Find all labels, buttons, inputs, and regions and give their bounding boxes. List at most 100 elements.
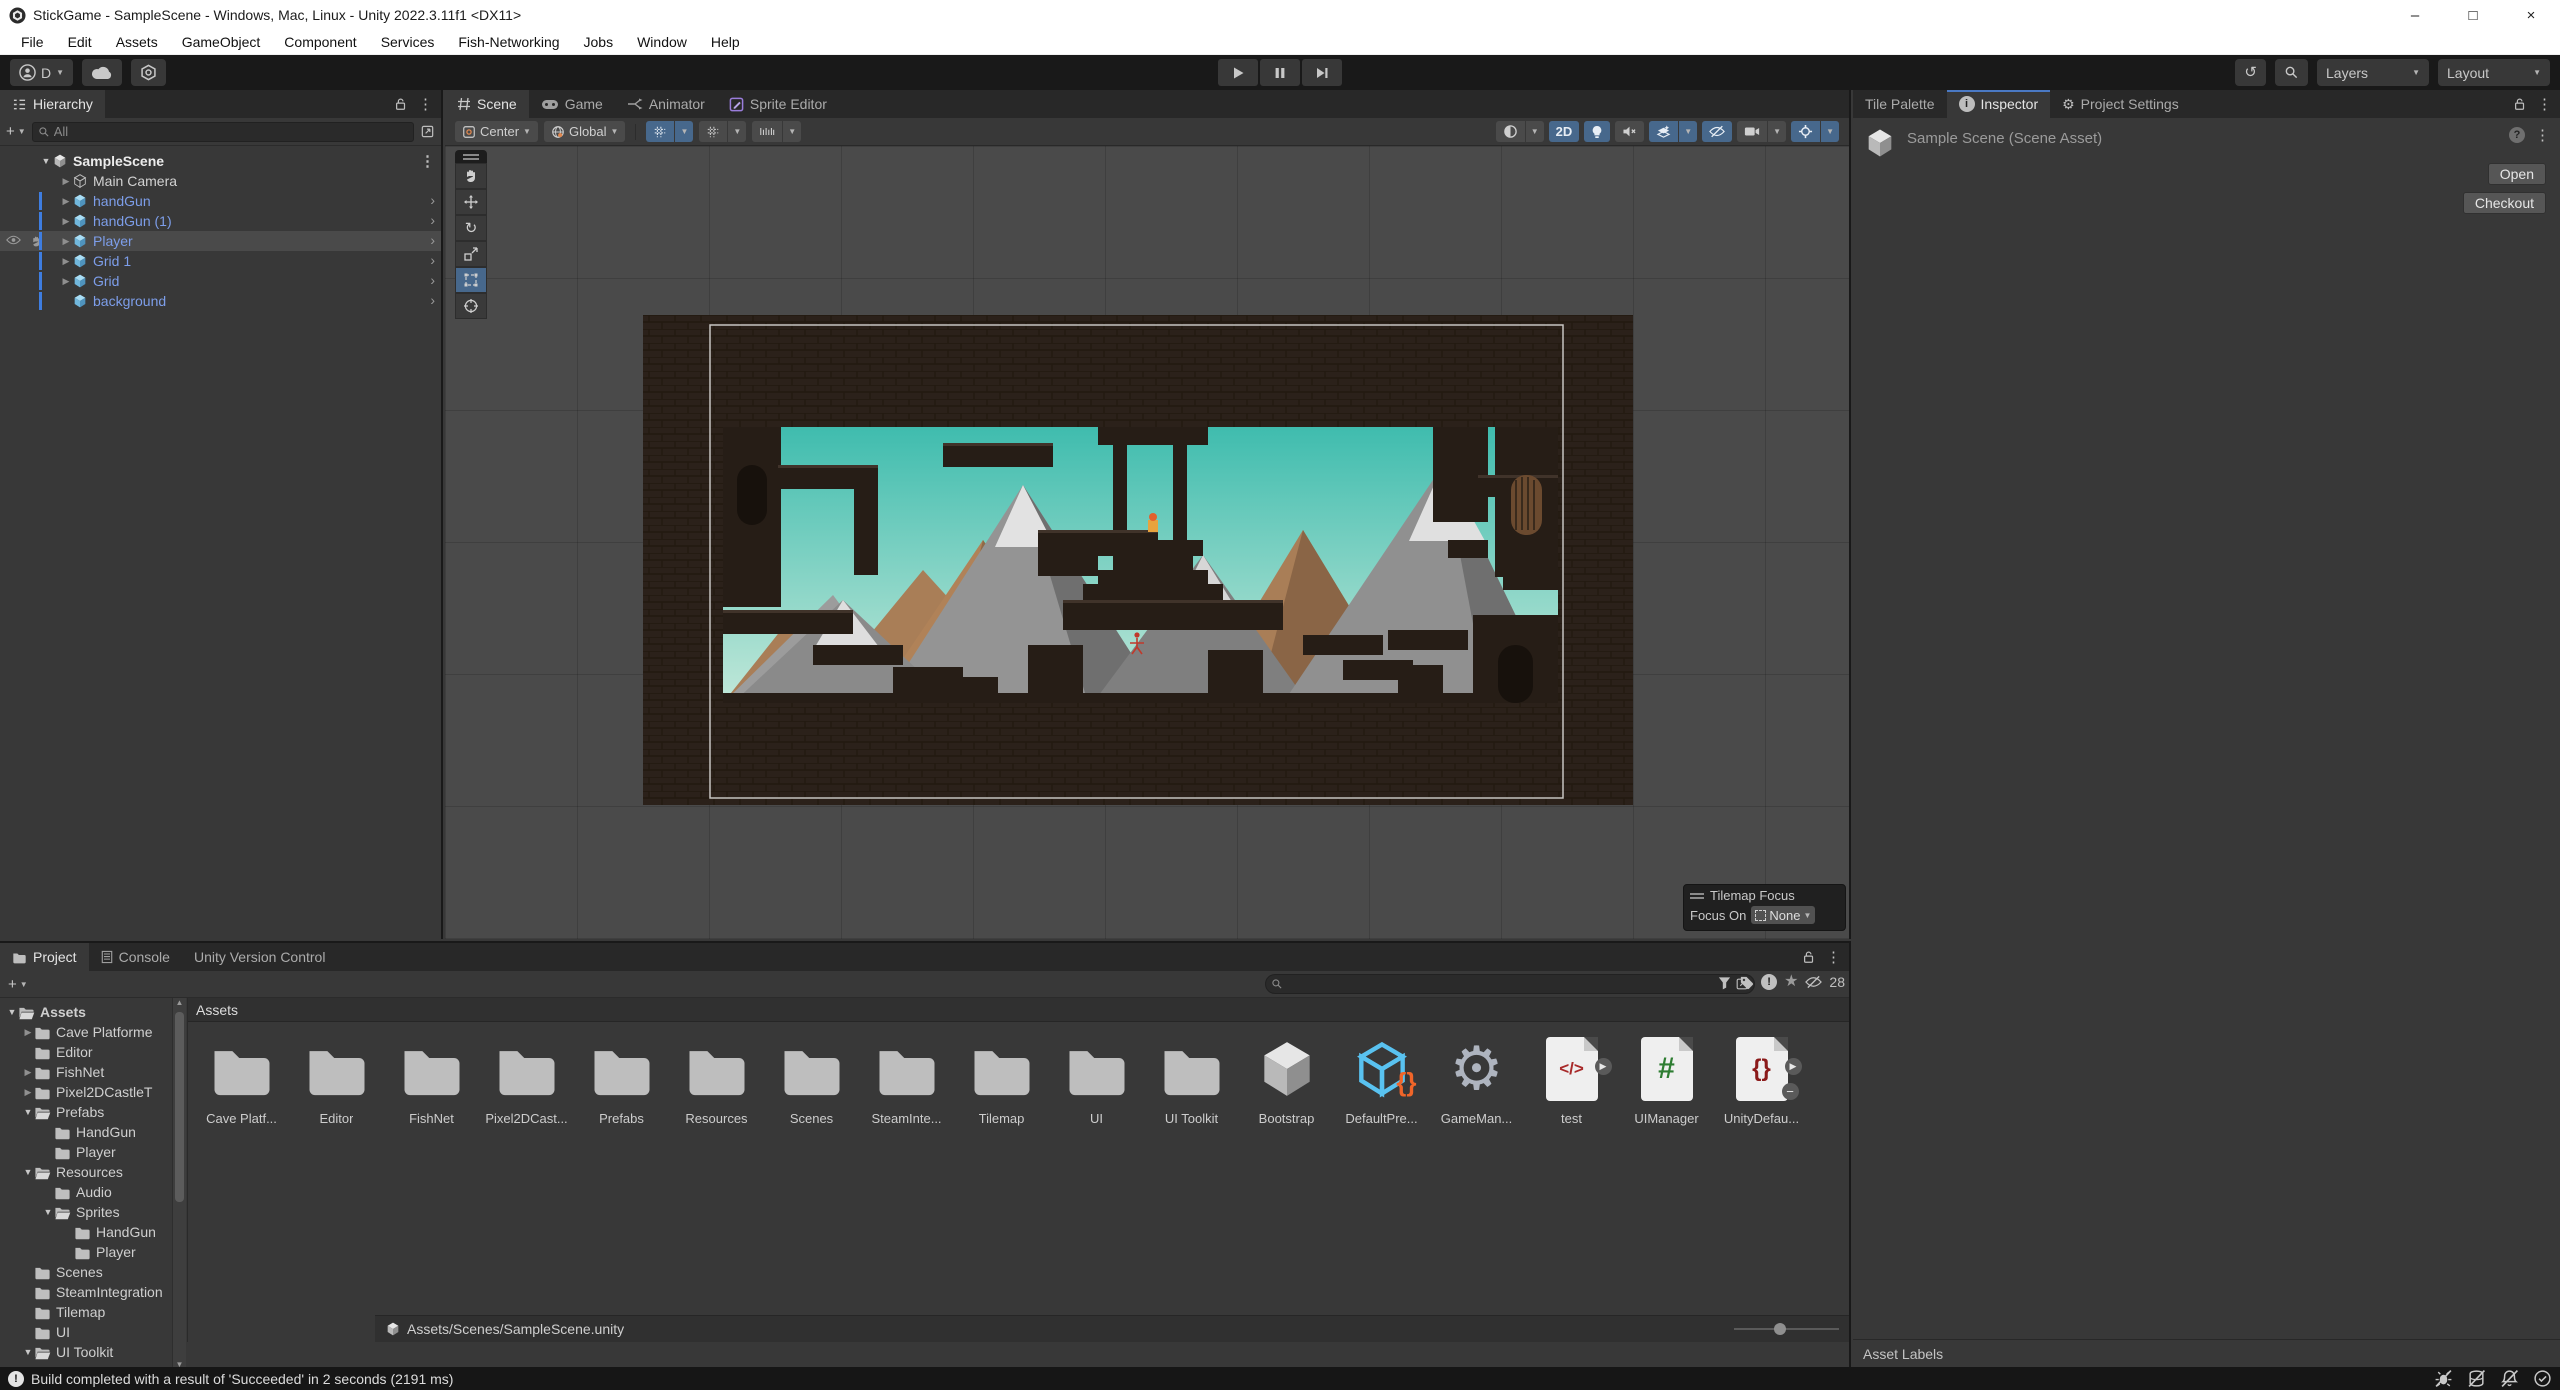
- tab-console[interactable]: Console: [89, 943, 182, 971]
- overlay-drag-handle[interactable]: [1690, 893, 1704, 899]
- grid-snap-toggle[interactable]: [646, 121, 674, 142]
- tree-row-fishnet[interactable]: ▶ FishNet: [0, 1062, 172, 1082]
- maximize-button[interactable]: □: [2444, 0, 2502, 30]
- scene-effects-dropdown[interactable]: ▼: [1679, 121, 1697, 142]
- asset-folder-prefabs[interactable]: Prefabs: [574, 1032, 669, 1126]
- measure-tool-toggle[interactable]: [752, 121, 782, 142]
- menu-services[interactable]: Services: [370, 32, 446, 52]
- tree-row-pixel2dcastle[interactable]: ▶ Pixel2DCastleT: [0, 1082, 172, 1102]
- asset-script-test[interactable]: </> ▶ test: [1524, 1032, 1619, 1126]
- tree-row-steamintegration[interactable]: SteamIntegration: [0, 1282, 172, 1302]
- menu-component[interactable]: Component: [273, 32, 367, 52]
- hierarchy-search-input[interactable]: [54, 124, 408, 139]
- close-button[interactable]: ×: [2502, 0, 2560, 30]
- expand-arrow-icon[interactable]: ▶: [60, 176, 72, 187]
- asset-folder-fishnet[interactable]: FishNet: [384, 1032, 479, 1126]
- checkout-button[interactable]: Checkout: [2463, 192, 2546, 214]
- menu-jobs[interactable]: Jobs: [573, 32, 625, 52]
- transform-tool-button[interactable]: [455, 293, 487, 319]
- hierarchy-row-grid-1[interactable]: ▶ Grid 1 ›: [0, 251, 441, 271]
- kebab-menu-icon[interactable]: ⋮: [420, 152, 435, 170]
- debugger-disabled-icon[interactable]: [2434, 1369, 2453, 1388]
- prefab-chevron-icon[interactable]: ›: [430, 212, 435, 228]
- hierarchy-row-background[interactable]: background ›: [0, 291, 441, 311]
- status-message[interactable]: Build completed with a result of 'Succee…: [31, 1371, 453, 1387]
- favorites-star-icon[interactable]: ★: [1784, 974, 1798, 990]
- project-search[interactable]: [1265, 974, 1755, 994]
- layout-dropdown[interactable]: Layout ▼: [2438, 59, 2550, 86]
- hidden-count-eye-icon[interactable]: [1805, 975, 1822, 989]
- scale-tool-button[interactable]: [455, 241, 487, 267]
- global-search-button[interactable]: [2275, 59, 2308, 86]
- filter-by-label-icon[interactable]: [1739, 975, 1754, 990]
- tab-animator[interactable]: Animator: [615, 90, 717, 118]
- tree-row-cave-platforme[interactable]: ▶ Cave Platforme: [0, 1022, 172, 1042]
- tab-scene[interactable]: Scene: [445, 90, 529, 118]
- tree-row-audio[interactable]: Audio: [0, 1182, 172, 1202]
- shading-mode-dropdown[interactable]: ▼: [1526, 121, 1544, 142]
- tab-hierarchy[interactable]: Hierarchy: [0, 90, 105, 118]
- scene-audio-toggle[interactable]: [1615, 121, 1644, 142]
- asset-gamemanager[interactable]: ⚙ GameMan...: [1429, 1032, 1524, 1126]
- breadcrumb[interactable]: Assets/Scenes/SampleScene.unity: [407, 1321, 624, 1337]
- asset-script-uimanager[interactable]: # UIManager: [1619, 1032, 1714, 1126]
- rotate-tool-button[interactable]: ↻: [455, 215, 487, 241]
- picker-icon[interactable]: [420, 124, 435, 139]
- hierarchy-search[interactable]: [32, 122, 414, 142]
- menu-edit[interactable]: Edit: [57, 32, 103, 52]
- layers-dropdown[interactable]: Layers ▼: [2317, 59, 2429, 86]
- slider-thumb[interactable]: [1774, 1323, 1786, 1335]
- measure-tool-dropdown[interactable]: ▼: [783, 121, 801, 142]
- account-dropdown[interactable]: D ▼: [10, 59, 73, 86]
- tree-row-scenes[interactable]: Scenes: [0, 1262, 172, 1282]
- scene-viewport[interactable]: ↻ Tilemap Focus Focus On None ▼: [445, 146, 1849, 939]
- tool-handle-pivot-dropdown[interactable]: Center ▼: [455, 121, 538, 142]
- expand-arrow-icon[interactable]: ▶: [60, 216, 72, 227]
- expand-arrow-icon[interactable]: ▶: [22, 1067, 34, 1078]
- gizmos-toggle[interactable]: [1791, 121, 1820, 142]
- asset-folder-pixel2dcastle[interactable]: Pixel2DCast...: [479, 1032, 574, 1126]
- expand-arrow-icon[interactable]: ▼: [42, 1207, 54, 1217]
- scene-lighting-toggle[interactable]: [1584, 121, 1610, 142]
- kebab-menu-icon[interactable]: ⋮: [2537, 95, 2552, 113]
- asset-folder-tilemap[interactable]: Tilemap: [954, 1032, 1049, 1126]
- tree-row-prefabs-player[interactable]: Player: [0, 1142, 172, 1162]
- tab-project[interactable]: Project: [0, 943, 89, 971]
- snap-increment-toggle[interactable]: [699, 121, 727, 142]
- prefab-chevron-icon[interactable]: ›: [430, 192, 435, 208]
- tab-inspector[interactable]: i Inspector: [1947, 90, 2051, 118]
- hierarchy-row-handgun[interactable]: ▶ handGun ›: [0, 191, 441, 211]
- visibility-eye-icon[interactable]: [6, 235, 21, 245]
- project-search-input[interactable]: [1287, 977, 1731, 992]
- tab-sprite-editor[interactable]: Sprite Editor: [717, 90, 839, 118]
- create-object-button[interactable]: + ▼: [6, 123, 26, 140]
- expand-arrow-icon[interactable]: ▶: [60, 236, 72, 247]
- grid-snap-dropdown[interactable]: ▼: [675, 121, 693, 142]
- minimize-button[interactable]: –: [2386, 0, 2444, 30]
- shading-mode-button[interactable]: [1496, 121, 1525, 142]
- help-icon[interactable]: ?: [2509, 127, 2525, 143]
- expand-arrow-icon[interactable]: ▼: [40, 156, 52, 166]
- expand-arrow-icon[interactable]: ▼: [22, 1347, 34, 1357]
- expand-arrow-icon[interactable]: ▶: [22, 1087, 34, 1098]
- hierarchy-row-handgun-1[interactable]: ▶ handGun (1) ›: [0, 211, 441, 231]
- tree-row-sprites[interactable]: ▼ Sprites: [0, 1202, 172, 1222]
- cloud-services-button[interactable]: [82, 59, 122, 86]
- 2d-mode-toggle[interactable]: 2D: [1549, 121, 1580, 142]
- tree-row-sprites-handgun[interactable]: HandGun: [0, 1222, 172, 1242]
- menu-window[interactable]: Window: [626, 32, 698, 52]
- expand-arrow-icon[interactable]: ▼: [22, 1167, 34, 1177]
- tab-tile-palette[interactable]: Tile Palette: [1853, 90, 1947, 118]
- alert-icon[interactable]: !: [1761, 974, 1777, 990]
- prefab-chevron-icon[interactable]: ›: [430, 292, 435, 308]
- hierarchy-row-main-camera[interactable]: ▶ Main Camera: [0, 171, 441, 191]
- tree-row-sprites-player[interactable]: Player: [0, 1242, 172, 1262]
- overlay-drag-handle[interactable]: [455, 150, 487, 163]
- expand-arrow-icon[interactable]: ▼: [6, 1007, 18, 1017]
- tree-scrollbar[interactable]: ▲▼: [172, 998, 186, 1369]
- expand-arrow-icon[interactable]: ▶: [22, 1027, 34, 1038]
- scene-camera-dropdown[interactable]: ▼: [1768, 121, 1786, 142]
- lock-icon[interactable]: [1802, 950, 1816, 964]
- step-button[interactable]: [1302, 59, 1342, 86]
- kebab-menu-icon[interactable]: ⋮: [1826, 948, 1841, 966]
